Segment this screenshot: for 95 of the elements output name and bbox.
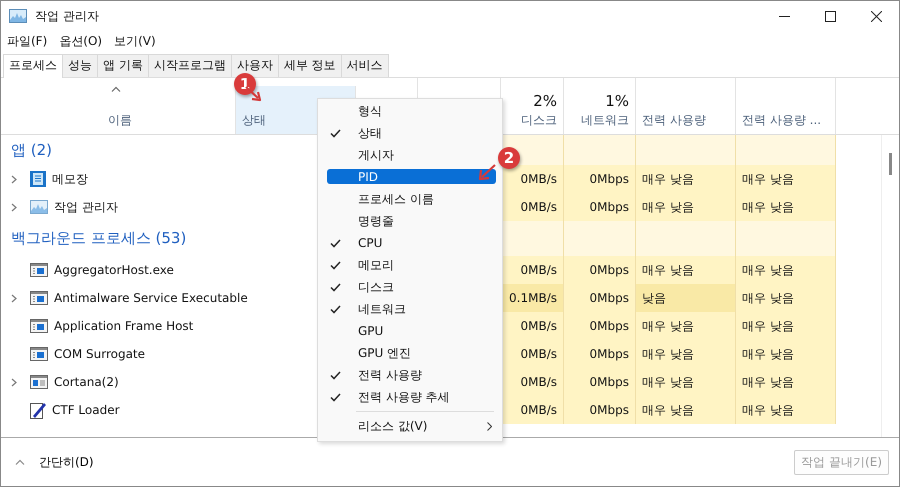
table-cell: 매우 낮음: [736, 284, 836, 312]
process-name: CTF Loader: [52, 403, 120, 417]
collapse-toggle[interactable]: 간단히(D): [11, 454, 98, 470]
table-cell: 매우 낮음: [736, 256, 836, 284]
notepad-icon: [30, 171, 46, 187]
pen-icon: [30, 401, 46, 419]
table-cell: 매우 낮음: [636, 396, 736, 424]
menu-item[interactable]: 전력 사용량: [327, 364, 496, 386]
tab[interactable]: 서비스: [340, 54, 389, 77]
program-window-icon: [30, 375, 48, 389]
menu-item[interactable]: PID: [327, 169, 496, 184]
table-cell: 0MB/s: [501, 340, 564, 368]
column-header[interactable]: 디스크: [521, 112, 557, 129]
program-window-icon: [30, 347, 48, 361]
table-cell: 0MB/s: [501, 165, 564, 193]
tab[interactable]: 세부 정보: [278, 54, 342, 77]
table-cell: 매우 낮음: [736, 165, 836, 193]
tab[interactable]: 사용자: [230, 54, 279, 77]
header-cell[interactable]: 1% 네트워크: [564, 78, 636, 134]
table-cell: 매우 낮음: [736, 368, 836, 396]
group-heading: 백그라운드 프로세스 (53): [11, 229, 186, 248]
table-cell: 0.1MB/s: [501, 284, 564, 312]
table-cell: 0Mbps: [564, 256, 636, 284]
table-cell: 0Mbps: [564, 396, 636, 424]
tab[interactable]: 앱 기록: [97, 54, 149, 77]
chart-icon: [9, 9, 27, 23]
group-heading: 앱 (2): [11, 140, 52, 160]
table-cell: 0Mbps: [564, 368, 636, 396]
maximize-icon: [824, 10, 836, 22]
table-cell: 0Mbps: [564, 340, 636, 368]
tab[interactable]: 프로세스: [3, 54, 63, 78]
program-window-icon: [30, 263, 48, 277]
column-header[interactable]: 네트워크: [581, 112, 629, 129]
menu-item[interactable]: 메모리: [327, 254, 496, 276]
caret-icon: [15, 459, 25, 465]
process-name: 작업 관리자: [54, 198, 118, 216]
menu-item[interactable]: 게시자: [327, 144, 496, 166]
menu-item[interactable]: 파일(F): [7, 32, 48, 50]
process-name: Cortana(2): [54, 375, 119, 389]
table-cell: 0MB/s: [501, 193, 564, 221]
table-cell: 매우 낮음: [636, 312, 736, 340]
menu-item[interactable]: 리소스 값(V): [327, 415, 496, 437]
column-total: 1%: [605, 92, 629, 110]
table-cell: 매우 낮음: [736, 396, 836, 424]
table-cell: 0MB/s: [501, 396, 564, 424]
chart-icon: [30, 200, 48, 214]
column-header[interactable]: 전력 사용량: [642, 112, 729, 129]
table-cell: 0Mbps: [564, 312, 636, 340]
close-icon: [870, 10, 882, 22]
process-name: COM Surrogate: [54, 347, 146, 361]
menu-item[interactable]: GPU 엔진: [327, 342, 496, 364]
table-cell: 매우 낮음: [736, 312, 836, 340]
menu-item[interactable]: 프로세스 이름: [327, 188, 496, 210]
table-cell: 낮음: [636, 284, 736, 312]
expand-chevron-icon[interactable]: [11, 294, 17, 302]
menu-item[interactable]: 보기(V): [114, 32, 156, 50]
menu-item[interactable]: CPU: [327, 232, 496, 254]
table-cell: 0Mbps: [564, 165, 636, 193]
expand-chevron-icon[interactable]: [11, 202, 17, 212]
table-cell: 0MB/s: [501, 368, 564, 396]
menu-item[interactable]: 옵션(O): [59, 32, 102, 50]
process-name: Antimalware Service Executable: [54, 291, 248, 305]
scroll-thumb[interactable]: [889, 153, 892, 175]
menu-item[interactable]: 네트워크: [327, 298, 496, 320]
table-cell: 매우 낮음: [636, 340, 736, 368]
program-window-icon: [30, 319, 48, 333]
table-cell: 0MB/s: [501, 312, 564, 340]
menu-item[interactable]: GPU: [327, 320, 496, 342]
table-cell: 매우 낮음: [636, 165, 736, 193]
process-name: 메모장: [52, 170, 88, 188]
table-cell: 매우 낮음: [636, 256, 736, 284]
program-window-icon: [30, 291, 48, 305]
table-cell: 매우 낮음: [736, 193, 836, 221]
table-cell: 매우 낮음: [736, 340, 836, 368]
table-cell: 0Mbps: [564, 193, 636, 221]
tab[interactable]: 성능: [62, 54, 98, 77]
process-name: AggregatorHost.exe: [54, 263, 174, 277]
menu-item[interactable]: 디스크: [327, 276, 496, 298]
tab[interactable]: 시작프로그램: [148, 54, 232, 77]
header-cell[interactable]: 전력 사용량 ...: [736, 78, 836, 134]
expand-chevron-icon[interactable]: [11, 174, 17, 184]
menu-item[interactable]: 전력 사용량 추세: [327, 386, 496, 408]
table-cell: 매우 낮음: [636, 193, 736, 221]
window-title: 작업 관리자: [35, 8, 99, 24]
column-header[interactable]: 이름: [108, 112, 132, 129]
arrow-icon: [477, 163, 497, 181]
column-total: 2%: [533, 92, 557, 110]
menu-item[interactable]: 명령줄: [327, 210, 496, 232]
column-header[interactable]: 전력 사용량 ...: [742, 112, 829, 129]
table-cell: 0Mbps: [564, 284, 636, 312]
process-name: Application Frame Host: [54, 319, 194, 333]
expand-chevron-icon[interactable]: [11, 378, 17, 386]
table-cell: 0MB/s: [501, 256, 564, 284]
header-cell[interactable]: 전력 사용량: [636, 78, 736, 134]
table-cell: 매우 낮음: [636, 368, 736, 396]
